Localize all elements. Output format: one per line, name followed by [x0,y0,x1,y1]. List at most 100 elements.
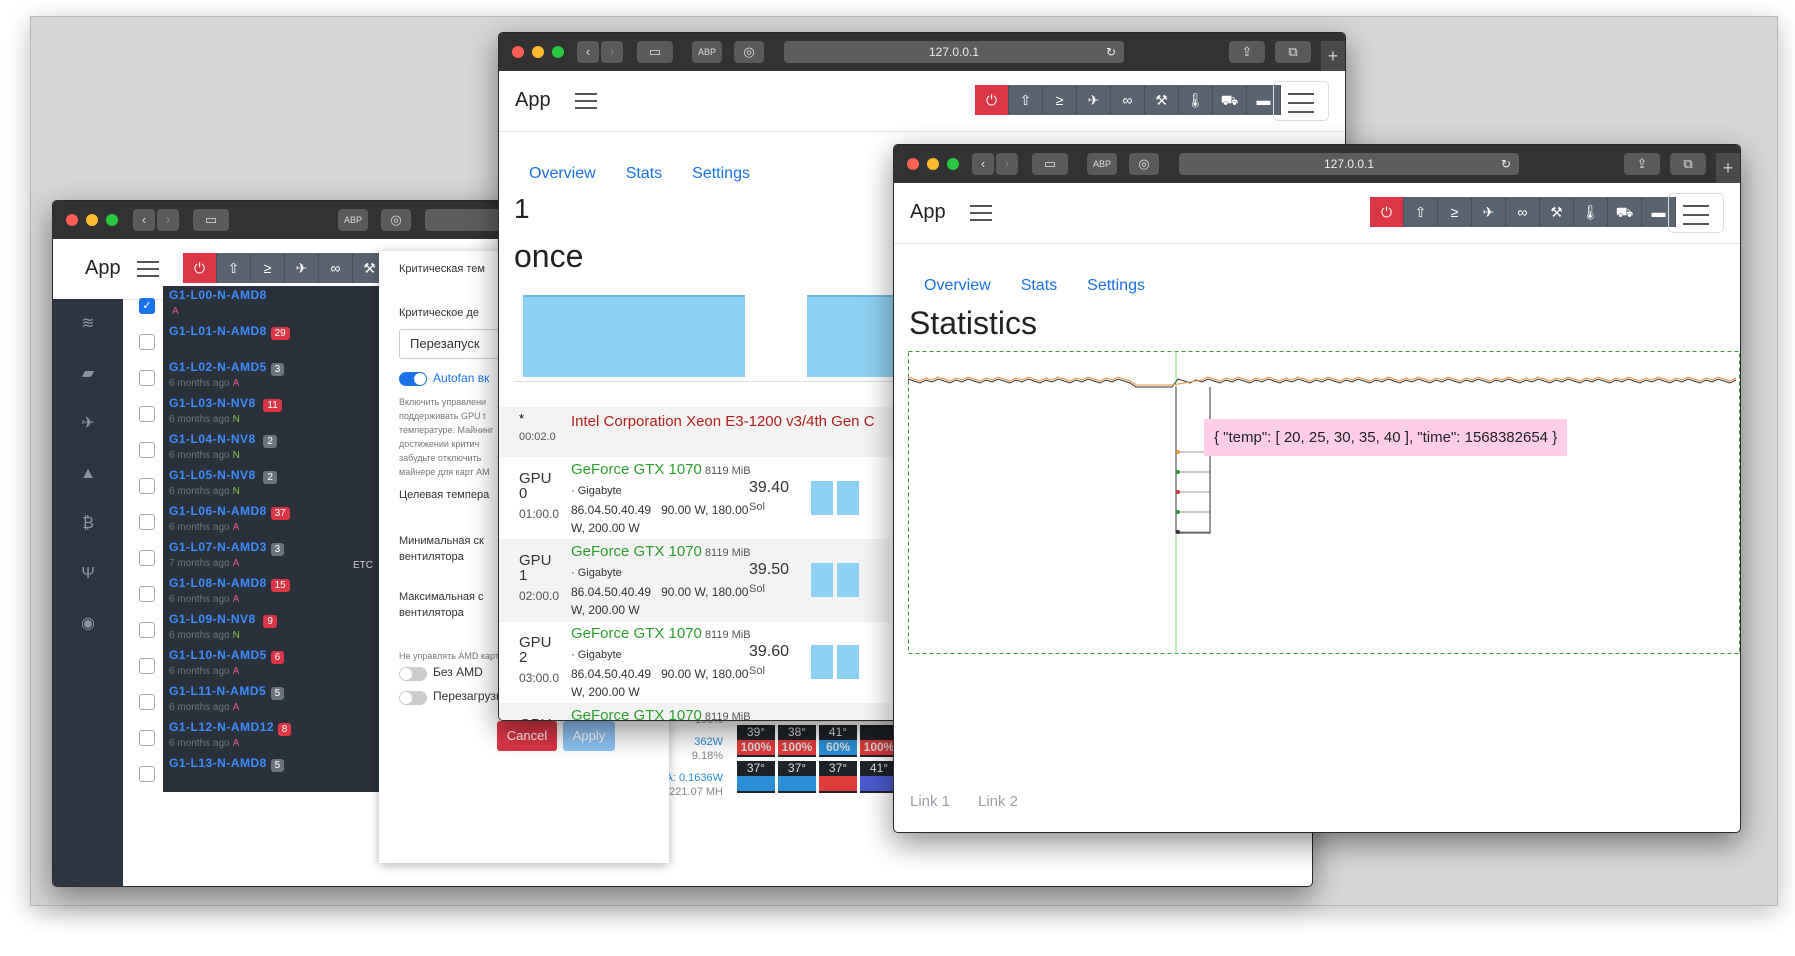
menu-toggle-icon[interactable] [1273,81,1329,121]
terminal-icon[interactable]: ≥ [251,253,285,283]
cart-icon[interactable]: ⛟ [1213,85,1247,115]
gpu-temp-cell[interactable]: 41° 60% [819,725,857,757]
reboot-errors-toggle[interactable] [399,691,427,705]
sidebar-toggle-icon[interactable]: ▭ [637,41,673,63]
back-icon[interactable]: ‹ [133,209,155,231]
worker-row[interactable]: G1-L04-N-NV8 2 6 months ago N [163,430,383,468]
minimize-traffic-light[interactable] [927,158,939,170]
worker-checkbox[interactable] [139,730,155,746]
gpu-temp-cell[interactable]: 37° [819,761,857,793]
tab-overview[interactable]: Overview [924,277,991,295]
back-icon[interactable]: ‹ [577,41,599,63]
upload-icon[interactable]: ⇧ [1404,197,1438,227]
back-icon[interactable]: ‹ [972,153,994,175]
adblock-icon[interactable]: ABP [692,41,722,63]
zoom-traffic-light[interactable] [552,46,564,58]
worker-row[interactable]: G1-L00-N-AMD8 A [163,286,383,324]
bell-icon[interactable]: ▲ [53,449,123,499]
worker-checkbox[interactable] [139,370,155,386]
password-icon[interactable]: ◎ [381,209,411,231]
worker-row[interactable]: G1-L11-N-AMD5 5 6 months ago A [163,682,383,720]
tab-settings[interactable]: Settings [1087,277,1145,295]
tabs-icon[interactable]: ⧉ [1275,41,1311,63]
tab-stats[interactable]: Stats [1021,277,1057,295]
close-traffic-light[interactable] [66,214,78,226]
power-icon[interactable]: ⏻ [975,85,1009,115]
worker-checkbox[interactable] [139,478,155,494]
app-brand[interactable]: App [515,89,551,112]
power-icon[interactable]: ⏻ [183,253,217,283]
worker-checkbox[interactable] [139,622,155,638]
power-icon[interactable]: ⏻ [1370,197,1404,227]
sidebar-toggle-icon[interactable]: ▭ [193,209,229,231]
address-bar[interactable]: 127.0.0.1 ↻ [784,41,1124,63]
hamburger-icon[interactable] [575,93,597,109]
password-icon[interactable]: ◎ [734,41,764,63]
tab-settings[interactable]: Settings [692,165,750,183]
worker-row[interactable]: G1-L08-N-AMD8 15 6 months ago A [163,574,383,612]
gpu-row[interactable]: GPU 1 02:00.0 GeForce GTX 1070 8119 MiB · Gi… [499,539,889,622]
gpu-row[interactable]: GPU 3 GeForce GTX 10708119 MiB [499,703,889,720]
worker-checkbox[interactable] [139,406,155,422]
cart-icon[interactable]: ⛟ [1608,197,1642,227]
minimize-traffic-light[interactable] [86,214,98,226]
tab-stats[interactable]: Stats [626,165,662,183]
worker-row[interactable]: G1-L03-N-NV8 11 6 months ago N [163,394,383,432]
worker-checkbox[interactable] [139,514,155,530]
share-icon[interactable]: ⇪ [1624,153,1660,175]
rocket-icon[interactable]: ✈ [285,253,319,283]
worker-row[interactable]: G1-L05-N-NV8 2 6 months ago N [163,466,383,504]
worker-row[interactable]: G1-L06-N-AMD8 37 6 months ago A [163,502,383,540]
upload-icon[interactable]: ⇧ [1009,85,1043,115]
tabs-icon[interactable]: ⧉ [1670,153,1706,175]
link-icon[interactable]: ∞ [319,253,353,283]
worker-row[interactable]: G1-L07-N-AMD3 3 7 months ago A ETC [163,538,383,576]
gpu-temp-cell[interactable]: 37° [737,761,775,793]
no-amd-toggle[interactable] [399,667,427,681]
close-traffic-light[interactable] [512,46,524,58]
worker-row[interactable]: G1-L13-N-AMD8 5 [163,754,383,792]
thermometer-icon[interactable]: 🌡 [1574,197,1608,227]
worker-row[interactable]: G1-L12-N-AMD12 8 6 months ago A [163,718,383,756]
worker-checkbox[interactable] [139,766,155,782]
rocket-icon[interactable]: ✈ [1077,85,1111,115]
layers-icon[interactable]: ≋ [53,299,123,349]
menu-toggle-icon[interactable] [1668,193,1724,233]
forward-icon[interactable]: › [601,41,623,63]
ethereum-icon[interactable]: ◉ [53,599,123,649]
rocket-icon[interactable]: ✈ [1472,197,1506,227]
worker-checkbox[interactable] [139,550,155,566]
hamburger-icon[interactable] [970,205,992,221]
upload-icon[interactable]: ⇧ [217,253,251,283]
gpu-temp-cell[interactable]: 39° 100% [737,725,775,757]
minimize-traffic-light[interactable] [532,46,544,58]
gpu-row[interactable]: GPU 2 03:00.0 GeForce GTX 1070 8119 MiB · Gi… [499,621,889,704]
sidebar-toggle-icon[interactable]: ▭ [1032,153,1068,175]
worker-row[interactable]: G1-L01-N-AMD8 29 [163,322,383,360]
hammer-icon[interactable]: ⚒ [1540,197,1574,227]
gpu-temp-cell[interactable]: 37° [778,761,816,793]
gpu-row[interactable]: GPU 0 01:00.0 GeForce GTX 1070 8119 MiB · Gi… [499,457,889,540]
worker-checkbox[interactable] [139,586,155,602]
worker-row[interactable]: G1-L02-N-AMD5 3 6 months ago A [163,358,383,396]
tab-overview[interactable]: Overview [529,165,596,183]
worker-checkbox[interactable] [139,694,155,710]
folder-icon[interactable]: ▰ [53,349,123,399]
new-tab-button[interactable]: + [1321,41,1345,71]
link-icon[interactable]: ∞ [1506,197,1540,227]
apply-button[interactable]: Apply [563,721,615,751]
forward-icon[interactable]: › [157,209,179,231]
password-icon[interactable]: ◎ [1129,153,1159,175]
zoom-traffic-light[interactable] [106,214,118,226]
terminal-icon[interactable]: ≥ [1043,85,1077,115]
worker-checkbox[interactable]: ✓ [139,298,155,314]
share-icon[interactable]: ⇪ [1229,41,1265,63]
rocket-icon[interactable]: ✈ [53,399,123,449]
worker-checkbox[interactable] [139,334,155,350]
temperature-chart[interactable] [908,351,1740,655]
worker-checkbox[interactable] [139,658,155,674]
hamburger-icon[interactable] [137,261,159,277]
bitcoin-icon[interactable]: ₿ [53,499,123,549]
app-brand[interactable]: App [910,201,946,224]
footer-link-2[interactable]: Link 2 [978,793,1018,810]
